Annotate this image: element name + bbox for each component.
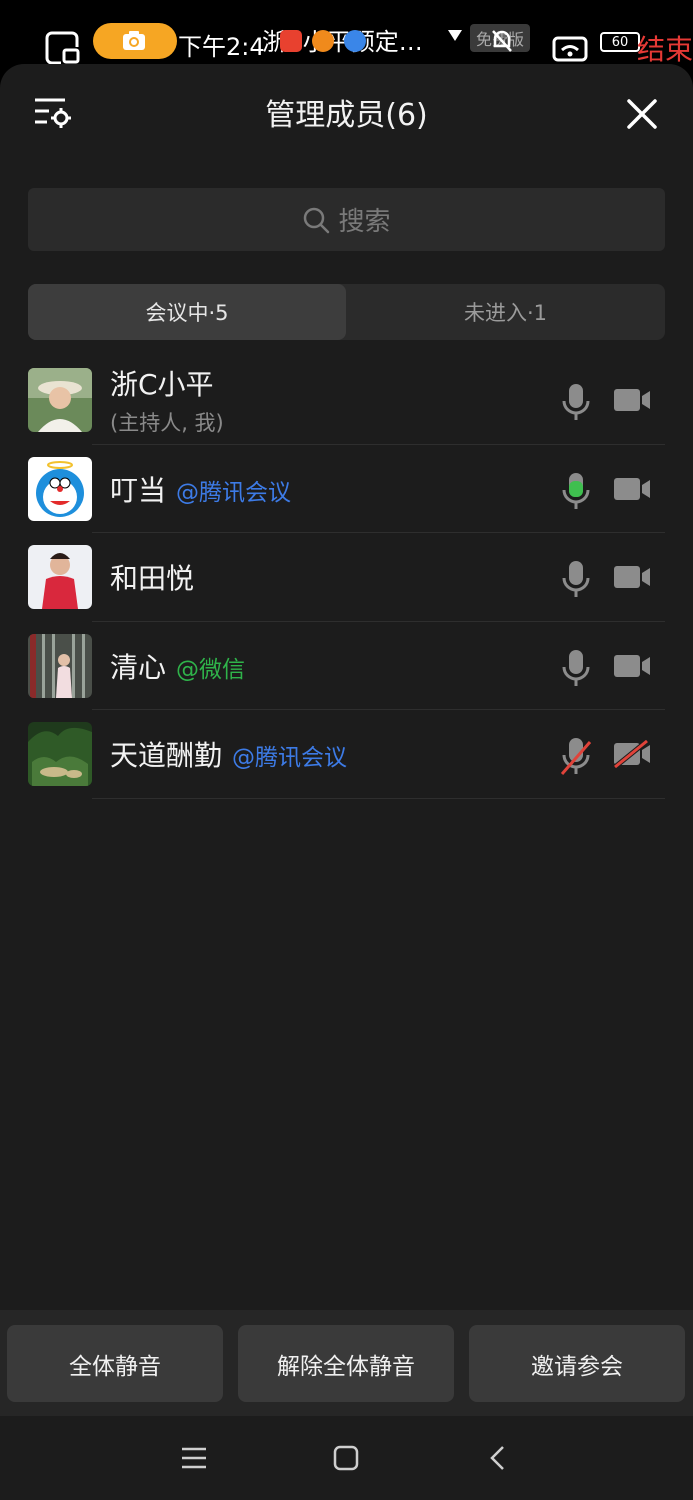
camera-off-icon[interactable] — [613, 740, 651, 768]
camera-icon[interactable] — [613, 652, 651, 680]
camera-icon[interactable] — [613, 386, 651, 414]
divider — [92, 797, 665, 799]
search-icon — [304, 207, 330, 233]
member-name: 和田悦 — [110, 562, 195, 595]
list-item[interactable]: 和田悦 — [0, 533, 693, 622]
action-bar: 全体静音 解除全体静音 邀请参会 — [0, 1310, 693, 1416]
member-list: 浙C小平 (主持人, 我) 叮当 @腾讯会议 和田悦 清心 @微信 天道酬勤 @… — [0, 356, 693, 799]
list-item[interactable]: 清心 @微信 — [0, 622, 693, 710]
listen-app-icon — [280, 30, 302, 52]
system-nav-bar — [0, 1416, 693, 1500]
member-name: 天道酬勤 — [110, 739, 223, 772]
close-icon — [627, 99, 657, 129]
wifi-icon — [552, 36, 588, 62]
search-placeholder: 搜索 — [338, 207, 391, 237]
back-icon[interactable] — [488, 1445, 508, 1471]
dropdown-arrow-icon[interactable] — [448, 30, 462, 41]
invite-button[interactable]: 邀请参会 — [469, 1325, 685, 1402]
menu-icon[interactable] — [181, 1446, 207, 1470]
battery-level: 60 — [611, 34, 629, 50]
microphone-icon[interactable] — [561, 648, 591, 688]
end-meeting-label[interactable]: 结束 — [637, 28, 693, 68]
camera-icon[interactable] — [613, 475, 651, 503]
unmute-all-button[interactable]: 解除全体静音 — [238, 1325, 454, 1402]
status-time: 下午2:4 — [178, 33, 265, 61]
member-source-tag: @腾讯会议 — [232, 745, 348, 771]
avatar — [28, 368, 92, 432]
search-app-icon — [344, 30, 366, 52]
screen-record-icon — [45, 31, 81, 65]
avatar — [28, 456, 92, 521]
tab-not-joined[interactable]: 未进入·1 — [346, 284, 665, 340]
member-name: 清心 — [110, 650, 167, 684]
camera-indicator[interactable] — [93, 23, 177, 59]
member-tabs: 会议中·5 未进入·1 — [28, 284, 665, 340]
member-name: 叮当 — [110, 473, 167, 507]
microphone-icon[interactable] — [561, 382, 591, 422]
mute-all-button[interactable]: 全体静音 — [7, 1325, 223, 1402]
battery-icon: 60 — [600, 32, 640, 52]
microphone-icon[interactable] — [561, 559, 591, 599]
tab-in-meeting[interactable]: 会议中·5 — [28, 284, 346, 340]
camera-icon[interactable] — [613, 563, 651, 591]
page-title: 管理成员(6) — [265, 98, 428, 133]
list-item[interactable]: 叮当 @腾讯会议 — [0, 445, 693, 533]
camera-icon — [123, 31, 145, 50]
close-button[interactable] — [622, 94, 662, 134]
orange-app-icon — [312, 30, 334, 52]
member-role: (主持人, 我) — [110, 411, 224, 435]
microphone-muted-icon[interactable] — [561, 736, 591, 776]
member-name: 浙C小平 — [110, 368, 214, 401]
list-item[interactable]: 天道酬勤 @腾讯会议 — [0, 710, 693, 799]
microphone-active-icon[interactable] — [561, 471, 591, 511]
status-bar: 下午2:4 浙C小平预定… 免费版 60 结束 — [0, 0, 693, 70]
avatar — [28, 633, 92, 698]
home-icon[interactable] — [333, 1445, 359, 1471]
avatar — [28, 545, 92, 609]
list-item[interactable]: 浙C小平 (主持人, 我) — [0, 356, 693, 445]
member-source-tag: @微信 — [176, 656, 246, 683]
search-input[interactable]: 搜索 — [28, 188, 665, 251]
app-notification-icons — [280, 30, 366, 52]
avatar — [28, 722, 92, 786]
member-management-sheet: 管理成员(6) 搜索 会议中·5 未进入·1 浙C小平 (主持人, 我) 叮当 … — [0, 64, 693, 1500]
mute-bell-icon — [492, 30, 512, 52]
member-source-tag: @腾讯会议 — [176, 479, 292, 506]
